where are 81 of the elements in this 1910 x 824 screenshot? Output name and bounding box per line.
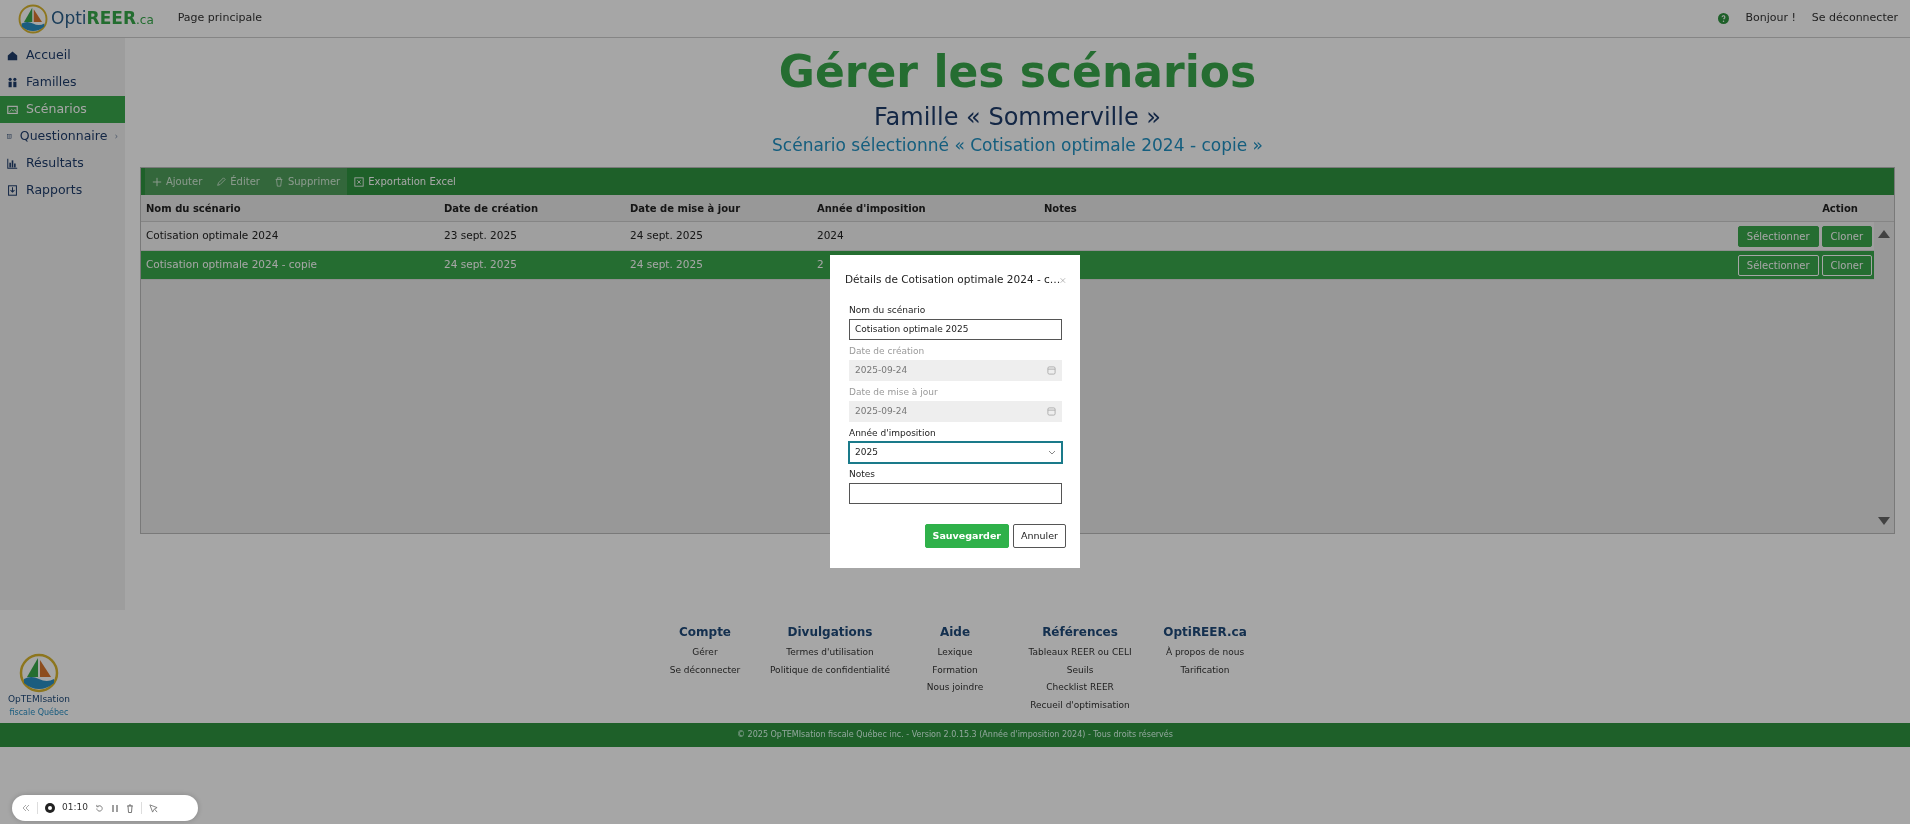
greeting-text: Bonjour !	[1745, 10, 1796, 27]
restart-icon[interactable]	[94, 803, 104, 813]
field-label: Date de mise à jour	[849, 387, 939, 398]
footer-link[interactable]: Gérer	[692, 644, 718, 662]
column-header: Année d'imposition	[816, 201, 927, 216]
pencil-icon	[216, 176, 227, 187]
footer-heading: Références	[1042, 624, 1118, 641]
sidebar-item[interactable]: Accueil	[0, 42, 125, 69]
column-header: Action	[1821, 201, 1859, 216]
column-header: Date de création	[443, 201, 540, 216]
table-cell: 24 sept. 2025	[444, 258, 517, 271]
home-icon	[7, 50, 18, 61]
footer-link[interactable]: Termes d'utilisation	[786, 644, 874, 662]
footer-heading: Compte	[679, 624, 731, 641]
table-cell: 24 sept. 2025	[630, 229, 703, 242]
footer-heading: Divulgations	[787, 624, 873, 641]
plus-icon	[152, 176, 162, 187]
collapse-icon[interactable]	[22, 804, 30, 812]
column-header: Nom du scénario	[145, 201, 242, 216]
logout-link[interactable]: Se déconnecter	[1811, 10, 1898, 27]
footer-link[interactable]: Se déconnecter	[669, 661, 741, 679]
family-subtitle: Famille « Sommerville »	[873, 102, 1162, 132]
calendar-icon	[1047, 366, 1056, 375]
image-icon	[7, 104, 18, 115]
table-cell: 2024	[817, 229, 844, 242]
sidebar-item[interactable]: Questionnaire	[0, 123, 125, 150]
excel-icon	[354, 176, 365, 187]
recording-time: 01:10	[62, 801, 88, 815]
page-title: Gérer les scénarios	[777, 45, 1258, 99]
company-name: OpTEMIsation	[8, 693, 70, 706]
footer-heading: Aide	[939, 624, 971, 641]
record-icon[interactable]	[45, 803, 55, 813]
footer-link[interactable]: Tableaux REER ou CELI	[1028, 644, 1132, 662]
table-cell: Cotisation optimale 2024 - copie	[146, 258, 318, 271]
document-icon	[7, 131, 12, 142]
footer-link[interactable]: Tarification	[1180, 661, 1230, 679]
brand-logo[interactable]: OptiREER.ca	[18, 3, 154, 34]
input-field[interactable]: Cotisation optimale 2025	[849, 319, 1062, 340]
footer-link[interactable]: Checklist REER	[1046, 679, 1114, 697]
modal-title: Détails de Cotisation optimale 2024 - c…	[845, 272, 1061, 288]
copyright-text: © 2025 OpTEMIsation fiscale Québec inc. - Version 2.0.15.3 (Année d'imposition 2024) - Tous droits réservés	[737, 729, 1173, 741]
field-label: Nom du scénario	[849, 305, 927, 316]
dropdown-caret-icon	[1048, 450, 1056, 455]
table-cell: 2	[817, 258, 824, 271]
scroll-up-icon[interactable]	[1878, 230, 1890, 238]
select-field[interactable]: 2025	[849, 442, 1062, 463]
field-label: Notes	[849, 469, 876, 480]
sidebar-item[interactable]: Familles	[0, 69, 125, 96]
pause-icon[interactable]	[110, 803, 119, 813]
column-header: Date de mise à jour	[629, 201, 742, 216]
footer-link[interactable]: Politique de confidentialité	[770, 661, 890, 679]
footer-link[interactable]: Formation	[932, 661, 978, 679]
trash-icon[interactable]	[125, 803, 134, 813]
download-icon	[7, 185, 18, 196]
company-tagline: fiscale Québec	[9, 706, 69, 719]
footer-link[interactable]: Nous joindre	[926, 679, 984, 697]
table-cell: 24 sept. 2025	[630, 258, 703, 271]
input-field[interactable]	[849, 483, 1062, 504]
cancel-button[interactable]: Annuler	[1013, 524, 1066, 549]
footer-link[interactable]: Seuils	[1066, 661, 1094, 679]
people-icon	[7, 77, 18, 88]
trash-icon	[273, 176, 284, 187]
help-icon[interactable]	[1718, 13, 1730, 24]
selected-scenario-text: Scénario sélectionné « Cotisation optimale 2024 - copie »	[771, 134, 1264, 157]
sidebar-item[interactable]: Résultats	[0, 150, 125, 177]
footer-link[interactable]: À propos de nous	[1165, 644, 1245, 662]
calendar-icon	[1047, 407, 1056, 416]
field-label: Date de création	[849, 346, 926, 357]
scroll-down-icon[interactable]	[1878, 517, 1890, 525]
field-label: Année d'imposition	[849, 428, 937, 439]
table-cell: 23 sept. 2025	[444, 229, 517, 242]
cursor-icon[interactable]	[148, 803, 158, 813]
footer-heading: OptiREER.ca	[1163, 624, 1247, 641]
sidebar-item[interactable]: Rapports	[0, 177, 125, 204]
column-header: Notes	[1043, 201, 1078, 216]
footer-link[interactable]: Recueil d'optimisation	[1030, 696, 1130, 714]
bar-chart-icon	[7, 158, 18, 169]
company-logo-icon	[18, 653, 59, 693]
nav-link[interactable]: Page principale	[177, 10, 263, 27]
table-cell: Cotisation optimale 2024	[146, 229, 279, 242]
footer-link[interactable]: Lexique	[937, 644, 973, 662]
